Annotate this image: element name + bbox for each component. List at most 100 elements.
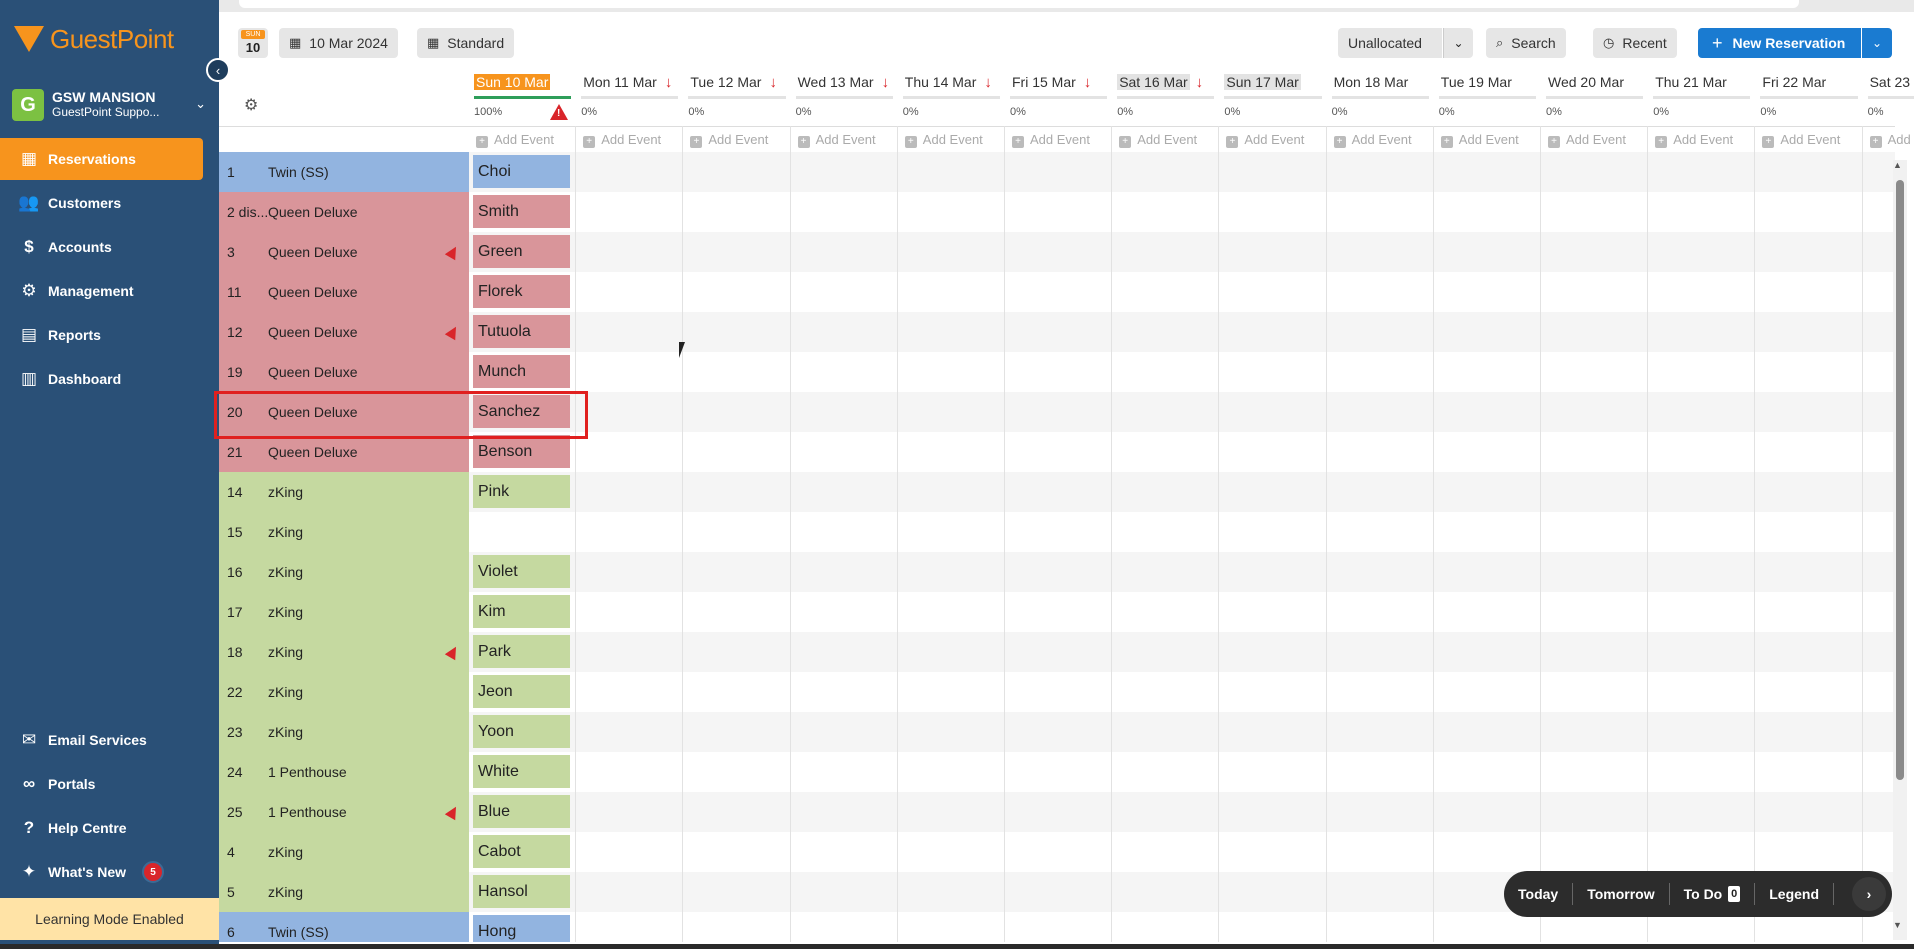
date-column-header[interactable]: Tue 12 Mar ↓ [688, 74, 777, 94]
grid-settings-gear-icon[interactable]: ⚙ [244, 95, 258, 115]
app-logo[interactable]: GuestPoint [14, 22, 174, 56]
room-label[interactable]: 15 zKing [219, 512, 469, 552]
reservation-block[interactable]: Jeon [473, 675, 570, 708]
room-label[interactable]: 4 zKing [219, 832, 469, 872]
column-divider [789, 126, 791, 942]
add-event-button[interactable]: + Add Event [904, 132, 983, 148]
tomorrow-button[interactable]: Tomorrow [1573, 883, 1670, 905]
date-column-header[interactable]: Wed 13 Mar ↓ [796, 74, 890, 94]
nav-item-reservations[interactable]: ▦ Reservations [0, 138, 203, 180]
date-column-header[interactable]: Sun 10 Mar [474, 74, 551, 94]
room-label[interactable]: 17 zKing [219, 592, 469, 632]
room-label[interactable]: 2 dis... Queen Deluxe [219, 192, 469, 232]
add-event-button[interactable]: + Add Event [1869, 132, 1914, 148]
scroll-down-arrow-icon[interactable]: ▼ [1893, 920, 1902, 930]
search-button[interactable]: ⌕ Search [1486, 28, 1566, 58]
reservation-block[interactable]: Hong [473, 915, 570, 942]
add-event-button[interactable]: + Add Event [1440, 132, 1519, 148]
add-event-button[interactable]: + Add Event [1655, 132, 1733, 148]
room-label[interactable]: 3 Queen Deluxe [219, 232, 469, 272]
date-picker-button[interactable]: ▦ 10 Mar 2024 [279, 28, 398, 58]
reservation-block[interactable]: Benson [473, 435, 570, 468]
room-label[interactable]: 18 zKing [219, 632, 469, 672]
date-column-header[interactable]: Sun 17 Mar [1224, 74, 1301, 94]
nav-item-accounts[interactable]: $ Accounts [0, 226, 203, 268]
scroll-up-arrow-icon[interactable]: ▲ [1893, 160, 1902, 170]
reservation-block[interactable]: Smith [473, 195, 570, 228]
reservation-block[interactable]: Munch [473, 355, 570, 388]
date-column-header[interactable]: Mon 11 Mar ↓ [581, 74, 672, 94]
room-label[interactable]: 19 Queen Deluxe [219, 352, 469, 392]
nav-item-email-services[interactable]: ✉ Email Services [0, 719, 203, 761]
nav-item-help-centre[interactable]: ? Help Centre [0, 807, 203, 849]
reservation-block[interactable]: Cabot [473, 835, 570, 868]
room-label[interactable]: 12 Queen Deluxe [219, 312, 469, 352]
scrollbar-thumb[interactable] [1896, 180, 1904, 780]
reservation-block[interactable]: Pink [473, 475, 570, 508]
reservation-block[interactable]: Hansol [473, 875, 570, 908]
room-label[interactable]: 6 Twin (SS) [219, 912, 469, 942]
nav-item-management[interactable]: ⚙ Management [0, 270, 203, 312]
warning-icon[interactable]: ! [550, 104, 568, 120]
today-day-badge[interactable]: SUN 10 [238, 28, 268, 58]
room-label[interactable]: 25 1 Penthouse [219, 792, 469, 832]
reservation-block[interactable]: Green [473, 235, 570, 268]
room-label[interactable]: 5 zKing [219, 872, 469, 912]
room-label[interactable]: 11 Queen Deluxe [219, 272, 469, 312]
chevron-right-icon[interactable]: › [1852, 877, 1886, 911]
nav-item-what-s-new[interactable]: ✦ What's New 5 [0, 851, 203, 893]
reservation-block[interactable]: Park [473, 635, 570, 668]
reservation-block[interactable]: Choi [473, 155, 570, 188]
todo-button[interactable]: To Do 0 [1670, 883, 1756, 905]
room-label[interactable]: 16 zKing [219, 552, 469, 592]
unallocated-dropdown-button[interactable]: ⌄ [1443, 28, 1473, 58]
room-row: 3 Queen Deluxe Green [219, 232, 1895, 272]
unallocated-button[interactable]: Unallocated [1338, 28, 1442, 58]
date-column-header[interactable]: Tue 19 Mar [1439, 74, 1514, 94]
room-label[interactable]: 14 zKing [219, 472, 469, 512]
reservation-block[interactable]: Florek [473, 275, 570, 308]
room-label[interactable]: 24 1 Penthouse [219, 752, 469, 792]
date-column-header[interactable]: Thu 14 Mar ↓ [903, 74, 992, 94]
date-column-header[interactable]: Fri 15 Mar ↓ [1010, 74, 1091, 94]
date-column-header[interactable]: Mon 18 Mar [1332, 74, 1411, 94]
reservation-block[interactable]: Violet [473, 555, 570, 588]
date-column-header[interactable]: Fri 22 Mar [1760, 74, 1828, 94]
date-column-header[interactable]: Thu 21 Mar [1653, 74, 1729, 94]
date-label: Sat 23 [1869, 74, 1911, 90]
add-event-button[interactable]: + Add Event [583, 132, 661, 148]
add-event-button[interactable]: + Add Event [1012, 132, 1090, 148]
recent-button[interactable]: ◷ Recent [1593, 28, 1677, 58]
reservation-block[interactable]: Yoon [473, 715, 570, 748]
room-label[interactable]: 23 zKing [219, 712, 469, 752]
add-event-button[interactable]: + Add Event [1762, 132, 1840, 148]
date-column-header[interactable]: Sat 16 Mar ↓ [1117, 74, 1203, 94]
reservation-block[interactable]: White [473, 755, 570, 788]
browser-top-strip [219, 0, 1914, 12]
collapse-sidebar-button[interactable]: ‹ [206, 58, 230, 82]
add-event-button[interactable]: + Add Event [1548, 132, 1626, 148]
nav-item-customers[interactable]: 👥 Customers [0, 182, 203, 224]
add-event-button[interactable]: + Add Event [690, 132, 768, 148]
room-label[interactable]: 22 zKing [219, 672, 469, 712]
reservation-block[interactable]: Kim [473, 595, 570, 628]
add-event-button[interactable]: + Add Event [1226, 132, 1304, 148]
add-event-button[interactable]: + Add Event [476, 132, 554, 148]
view-selector-button[interactable]: ▦ Standard [417, 28, 515, 58]
add-event-button[interactable]: + Add Event [797, 132, 876, 148]
add-event-button[interactable]: + Add Event [1333, 132, 1412, 148]
property-switcher[interactable]: G GSW MANSION GuestPoint Suppo... ⌄ [12, 86, 212, 124]
room-label[interactable]: 1 Twin (SS) [219, 152, 469, 192]
add-event-button[interactable]: + Add Event [1119, 132, 1197, 148]
new-reservation-button[interactable]: + New Reservation [1698, 28, 1861, 58]
date-column-header[interactable]: Sat 23 [1868, 74, 1912, 94]
legend-button[interactable]: Legend [1755, 883, 1835, 905]
nav-item-dashboard[interactable]: ▥ Dashboard [0, 358, 203, 400]
reservation-block[interactable]: Blue [473, 795, 570, 828]
date-column-header[interactable]: Wed 20 Mar [1546, 74, 1626, 94]
nav-item-portals[interactable]: ∞ Portals [0, 763, 203, 805]
new-reservation-dropdown-button[interactable]: ⌄ [1862, 28, 1892, 58]
today-button[interactable]: Today [1504, 883, 1574, 905]
nav-item-reports[interactable]: ▤ Reports [0, 314, 203, 356]
reservation-block[interactable]: Tutuola [473, 315, 570, 348]
